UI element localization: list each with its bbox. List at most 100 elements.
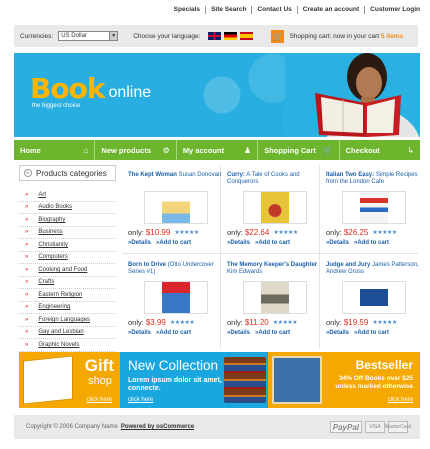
payment-logos: PayPal VISA MasterCard [329,421,411,433]
top-links: Specials Site Search Contact Us Create a… [169,6,420,14]
arrow-icon: ↳ [407,145,415,155]
bestseller-link[interactable]: click here [388,397,413,403]
bestseller-promo[interactable]: Bestseller 34% Off Books over $25 unless… [268,352,420,408]
create-account-link[interactable]: Create an account [298,6,366,14]
details-link[interactable]: »Details [227,330,250,336]
product-price-row: only: $3.99 ★★★★★ [128,318,224,327]
contact-us-link[interactable]: Contact Us [252,6,298,14]
category-item[interactable]: » Gay and Lesbian [19,327,116,339]
rating-stars-icon: ★★★★★ [169,320,195,326]
add-to-cart-link[interactable]: »Add to cart [156,240,191,246]
nav-new-products[interactable]: New products ⚙ [95,140,177,160]
product-title[interactable]: Born to Drive (Otto Undercover Series #1… [128,262,224,278]
add-to-cart-link[interactable]: »Add to cart [156,330,191,336]
product-cover[interactable] [243,191,307,224]
category-item[interactable]: » Computers [19,252,116,264]
category-label: Graphic Novels [38,341,80,348]
product-price: $19.59 [343,318,369,327]
product-cover[interactable] [342,281,406,314]
product-title[interactable]: Italian Two Easy: Simple Recipes from th… [326,172,422,188]
price-label: only: [128,228,144,237]
product-card: Judge and Jury James Patterson, Andrew G… [326,262,422,336]
details-link[interactable]: »Details [326,330,349,336]
new-collection-promo[interactable]: New Collection Lorem ipsum dolor sit ame… [120,352,268,408]
new-collection-link[interactable]: click here [128,397,153,403]
nav-home[interactable]: Home ⌂ [14,140,96,160]
product-price: $22.64 [244,228,270,237]
product-title[interactable]: Judge and Jury James Patterson, Andrew G… [326,262,422,278]
cart-icon[interactable]: 🛒 [271,29,285,43]
category-item[interactable]: » Foreign Languages [19,314,116,327]
product-title[interactable]: The Kept Woman Susan Donovan [128,172,224,188]
category-item[interactable]: » Engineering [19,302,116,314]
product-price-row: only: $26.25 ★★★★★ [326,228,422,237]
product-price: $10.99 [145,228,171,237]
details-link[interactable]: »Details [128,330,151,336]
site-logo[interactable]: Book online [30,75,152,103]
nav-checkout[interactable]: Checkout ↳ [340,140,420,160]
cart-summary[interactable]: Shopping cart: now in your cart 5 items [289,33,403,40]
product-cover[interactable] [144,191,208,224]
add-to-cart-link[interactable]: »Add to cart [255,240,290,246]
currency-select[interactable]: US Dollar ▼ [58,31,119,41]
chevron-right-icon: ▸ [24,169,32,177]
product-price-row: only: $10.99 ★★★★★ [128,228,224,237]
nav-my-account-label: My account [182,145,225,155]
chevron-icon: » [25,279,29,286]
book-stack-image [224,357,266,403]
paypal-logo-icon: PayPal [329,421,362,433]
product-cover[interactable] [144,281,208,314]
cart-label: Shopping cart: now in your cart [289,32,380,40]
book-cover-image [360,282,388,313]
nav-shopping-cart[interactable]: Shopping Cart 🛒 [258,140,340,160]
category-item[interactable]: » Art [19,189,116,202]
add-to-cart-link[interactable]: »Add to cart [255,330,290,336]
nav-shopping-cart-label: Shopping Cart [264,145,316,155]
product-links: »Details »Add to cart [128,240,224,246]
spanish-flag-icon[interactable] [240,32,254,40]
currencies-label: Currencies: [20,32,54,40]
copyright-text: Copyright © 2006 Company Name [26,424,118,430]
gift-title: Gift [84,356,114,375]
site-search-link[interactable]: Site Search [206,6,253,14]
price-label: only: [227,228,243,237]
category-label: Eastern Religion [38,291,83,298]
details-link[interactable]: »Details [227,240,250,246]
logo-online-text: online [108,84,152,101]
customer-login-link[interactable]: Customer Login [365,6,420,14]
category-item[interactable]: » Cooking and Food [19,264,116,277]
category-item[interactable]: » Eastern Religion [19,289,116,302]
product-cover[interactable] [243,281,307,314]
category-item[interactable]: » Biography [19,214,116,227]
user-icon: ♟ [244,145,252,155]
sidebar-title: Products categories [36,168,107,178]
category-item[interactable]: » Business [19,227,116,239]
german-flag-icon[interactable] [224,32,238,40]
details-link[interactable]: »Details [128,240,151,246]
add-to-cart-link[interactable]: »Add to cart [354,330,389,336]
category-item[interactable]: » Audio Books [19,202,116,214]
open-book-image [23,355,73,405]
language-label: Choose your language: [133,32,201,40]
details-link[interactable]: »Details [326,240,349,246]
category-label: Art [38,191,47,198]
powered-by-link[interactable]: Powered by osCommerce [121,424,194,430]
category-item[interactable]: » Crafts [19,277,116,289]
nav-my-account[interactable]: My account ♟ [177,140,259,160]
product-cover[interactable] [342,191,406,224]
category-item[interactable]: » Christianity [19,239,116,252]
gift-click-link[interactable]: click here [87,397,112,403]
category-label: Foreign Languages [38,316,91,323]
product-title[interactable]: Curry: A Tale of Cooks and Conquerors [227,172,323,188]
add-to-cart-link[interactable]: »Add to cart [354,240,389,246]
price-label: only: [227,318,243,327]
chevron-icon: » [25,241,29,248]
category-item[interactable]: » Graphic Novels [19,339,116,352]
book-cover-image [261,192,289,223]
specials-link[interactable]: Specials [169,6,207,14]
english-flag-icon[interactable] [208,32,222,40]
sidebar-header: ▸ Products categories [19,165,116,181]
rating-stars-icon: ★★★★★ [372,320,397,326]
product-title[interactable]: The Memory Keeper's Daughter Kim Edwards [227,262,323,278]
gift-shop-promo[interactable]: Gift shop click here [19,352,120,408]
